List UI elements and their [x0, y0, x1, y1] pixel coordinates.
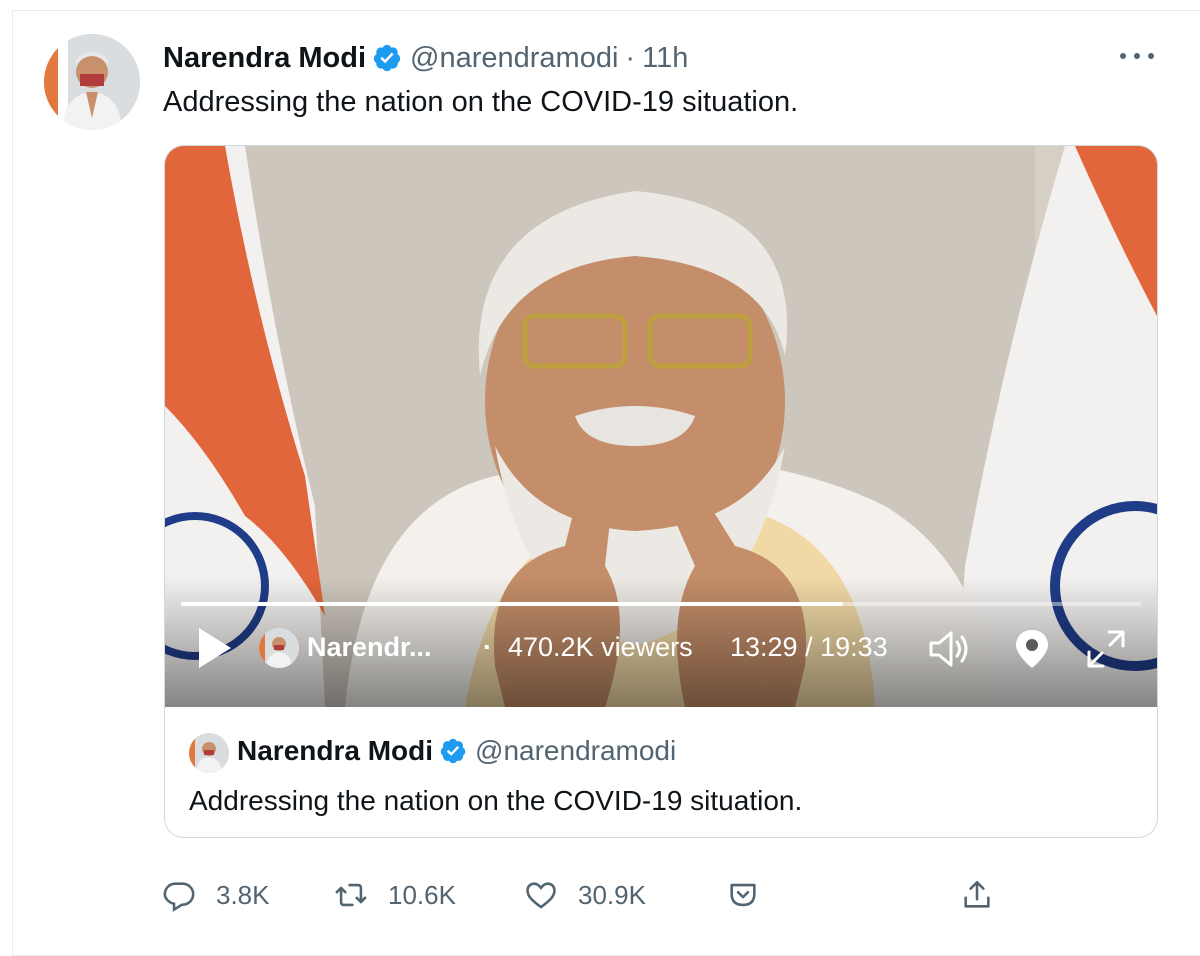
author-name[interactable]: Narendra Modi — [163, 42, 366, 75]
separator-dot: · — [625, 41, 636, 74]
share-icon — [964, 880, 990, 908]
reply-button[interactable]: 3.8K — [162, 872, 270, 918]
verified-badge-icon — [439, 737, 467, 765]
volume-icon[interactable] — [925, 624, 975, 674]
video-timecode: 13:29 / 19:33 — [730, 632, 888, 662]
video-player[interactable]: Narendr... · 470.2K viewers 13:29 / 19:3… — [165, 146, 1157, 707]
play-icon[interactable] — [195, 626, 235, 670]
quoted-author-handle[interactable]: @narendramodi — [475, 735, 676, 767]
like-count: 30.9K — [578, 879, 646, 910]
bookmark-pocket-icon — [730, 883, 756, 907]
retweet-count: 10.6K — [388, 879, 456, 910]
live-separator-dot: · — [483, 632, 492, 662]
tweet-timestamp[interactable]: 11h — [642, 42, 688, 75]
more-horizontal-icon[interactable] — [1120, 44, 1154, 68]
media-card[interactable]: Narendr... · 470.2K viewers 13:29 / 19:3… — [164, 145, 1158, 838]
reply-icon — [163, 882, 195, 912]
quoted-text: Addressing the nation on the COVID-19 si… — [189, 785, 803, 816]
retweet-button[interactable]: 10.6K — [334, 872, 456, 918]
quoted-header: Narendra Modi @narendramodi — [237, 735, 676, 767]
tweet-header: Narendra Modi @narendramodi · 11h — [163, 40, 688, 76]
author-avatar[interactable] — [44, 34, 140, 130]
location-pin-icon[interactable] — [1007, 624, 1057, 674]
save-button[interactable] — [726, 872, 760, 918]
retweet-icon — [335, 883, 367, 907]
broadcaster-avatar[interactable] — [259, 628, 299, 668]
author-handle[interactable]: @narendramodi — [410, 42, 618, 75]
like-button[interactable]: 30.9K — [524, 872, 646, 918]
heart-icon — [526, 882, 556, 909]
video-progress-fill — [181, 602, 844, 606]
broadcaster-name[interactable]: Narendr... — [307, 632, 432, 663]
share-button[interactable] — [960, 872, 994, 918]
viewer-count: 470.2K viewers — [508, 632, 693, 662]
fullscreen-icon[interactable] — [1081, 624, 1131, 674]
reply-count: 3.8K — [216, 879, 270, 910]
video-progress-bar[interactable] — [181, 602, 1141, 606]
tweet-text: Addressing the nation on the COVID-19 si… — [163, 86, 799, 118]
quoted-author-name[interactable]: Narendra Modi — [237, 735, 433, 767]
verified-badge-icon — [372, 43, 402, 73]
quoted-author-avatar[interactable] — [189, 733, 229, 773]
video-controls: Narendr... · 470.2K viewers 13:29 / 19:3… — [165, 620, 1157, 680]
quoted-tweet[interactable]: Narendra Modi @narendramodi Addressing t… — [165, 707, 1157, 837]
tweet-action-bar: 3.8K 10.6K 30.9K — [162, 872, 1012, 918]
